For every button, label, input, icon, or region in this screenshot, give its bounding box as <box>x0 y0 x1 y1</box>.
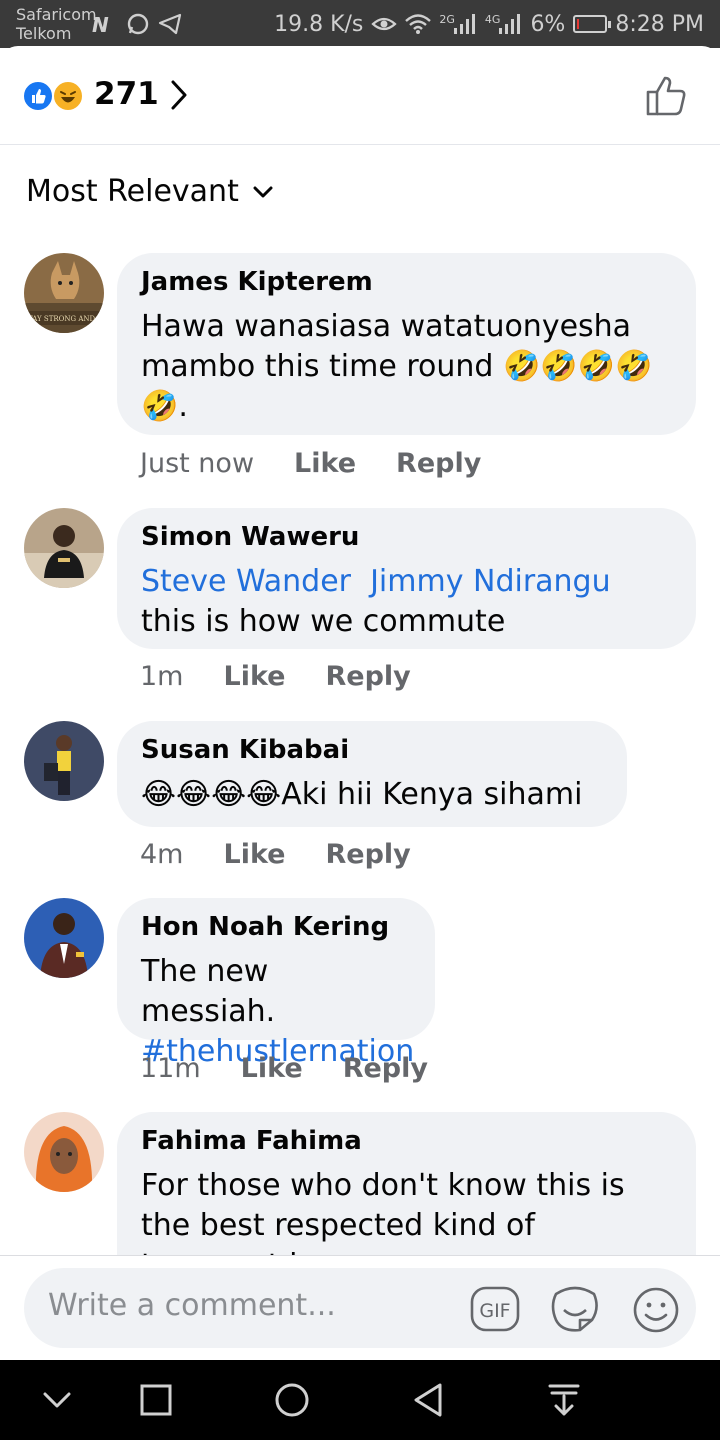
comment-actions: Just now Like Reply <box>140 448 481 479</box>
status-right: 19.8 K/s 2G 4G 6% 8:28 PM <box>274 0 704 48</box>
emoji-icon[interactable] <box>632 1286 680 1334</box>
signal-icon <box>453 14 475 34</box>
avatar[interactable]: TAY STRONG AND <box>24 253 104 333</box>
like-button[interactable]: Like <box>294 448 356 479</box>
svg-text:TAY STRONG AND: TAY STRONG AND <box>28 315 95 323</box>
status-bar: Safaricom Telkom N 19.8 K/s 2G 4G 6% 8:2… <box>0 0 720 48</box>
like-button[interactable]: Like <box>223 661 285 692</box>
comment-bubble[interactable]: Susan Kibabai 😂😂😂😂Aki hii Kenya sihami <box>117 721 627 827</box>
comment-time: 11m <box>140 1053 201 1084</box>
telegram-icon <box>158 13 182 35</box>
hide-keyboard-icon[interactable] <box>40 1380 74 1420</box>
comment-time: 4m <box>140 839 184 870</box>
comment-time: 1m <box>140 661 184 692</box>
sort-dropdown[interactable]: Most Relevant <box>26 174 273 209</box>
comment-author[interactable]: Simon Waweru <box>141 522 672 552</box>
carrier-label: Safaricom Telkom <box>16 5 97 43</box>
mention-link[interactable]: Jimmy Ndirangu <box>370 564 611 599</box>
reply-button[interactable]: Reply <box>396 448 481 479</box>
net-speed: 19.8 K/s <box>274 11 364 37</box>
comment-actions: 11m Like Reply <box>140 1053 428 1084</box>
reply-button[interactable]: Reply <box>343 1053 428 1084</box>
signal-icon <box>499 14 521 34</box>
comment-author[interactable]: James Kipterem <box>141 267 672 297</box>
notification-icons: N <box>92 12 182 36</box>
comment-author[interactable]: Hon Noah Kering <box>141 912 411 942</box>
notification-pull-icon[interactable] <box>546 1380 582 1420</box>
comment-placeholder: Write a comment... <box>48 1288 336 1323</box>
reactions-header[interactable]: 271 <box>0 46 720 145</box>
like-outline-icon[interactable] <box>644 74 690 118</box>
comment-time: Just now <box>140 448 255 479</box>
mention-link[interactable]: Steve Wander <box>141 564 351 599</box>
like-button[interactable]: Like <box>241 1053 303 1084</box>
comment-bubble[interactable]: Hon Noah Kering The new messiah. #thehus… <box>117 898 435 1069</box>
home-icon[interactable] <box>272 1380 312 1420</box>
battery-icon <box>573 15 612 33</box>
system-nav-bar <box>0 1360 720 1440</box>
laughing-emoji: 😂😂😂😂 <box>141 777 282 812</box>
comment-actions: 1m Like Reply <box>140 661 411 692</box>
comment-text: 😂😂😂😂Aki hii Kenya sihami <box>141 777 583 812</box>
signal-2g: 2G <box>439 13 477 35</box>
comment-input[interactable]: Write a comment... GIF <box>24 1268 696 1348</box>
sticker-icon[interactable] <box>550 1286 600 1334</box>
comment-text: Hawa wanasiasa watatuonyesha mambo this … <box>141 309 653 424</box>
reaction-count[interactable]: 271 <box>94 76 159 112</box>
gif-icon[interactable]: GIF <box>470 1286 520 1332</box>
eye-icon <box>371 17 398 31</box>
chevron-right-icon[interactable] <box>168 78 190 112</box>
chevron-down-icon <box>253 186 273 197</box>
haha-icon <box>52 80 84 112</box>
battery-percent: 6% <box>530 11 566 37</box>
signal-4g: 4G <box>485 13 523 35</box>
comment-bubble[interactable]: Simon Waweru Steve Wander Jimmy Ndirangu… <box>117 508 696 649</box>
wifi-icon <box>405 14 432 34</box>
battery-fill <box>577 19 580 29</box>
like-icon <box>22 80 54 112</box>
reply-button[interactable]: Reply <box>326 661 411 692</box>
avatar[interactable] <box>24 721 104 801</box>
avatar[interactable] <box>24 1112 104 1192</box>
comment-author[interactable]: Susan Kibabai <box>141 735 603 765</box>
comment-text: Steve Wander Jimmy Ndirangu this is how … <box>141 564 611 639</box>
comment-actions: 4m Like Reply <box>140 839 411 870</box>
avatar[interactable] <box>24 508 104 588</box>
recents-icon[interactable] <box>138 1380 174 1420</box>
svg-text:N: N <box>92 13 109 35</box>
svg-text:GIF: GIF <box>479 1300 510 1322</box>
nfc-icon: N <box>92 13 109 35</box>
sort-label: Most Relevant <box>26 174 239 209</box>
avatar[interactable] <box>24 898 104 978</box>
comment-bubble[interactable]: James Kipterem Hawa wanasiasa watatuonye… <box>117 253 696 435</box>
reply-button[interactable]: Reply <box>326 839 411 870</box>
clock: 8:28 PM <box>615 11 704 37</box>
like-button[interactable]: Like <box>223 839 285 870</box>
comments-sheet: 271 Most Relevant TAY STRONG AND James K… <box>0 46 720 1360</box>
comment-author[interactable]: Fahima Fahima <box>141 1126 672 1156</box>
back-icon[interactable] <box>410 1380 446 1420</box>
whatsapp-icon <box>127 13 149 35</box>
comment-composer-bar: Write a comment... GIF <box>0 1255 720 1361</box>
